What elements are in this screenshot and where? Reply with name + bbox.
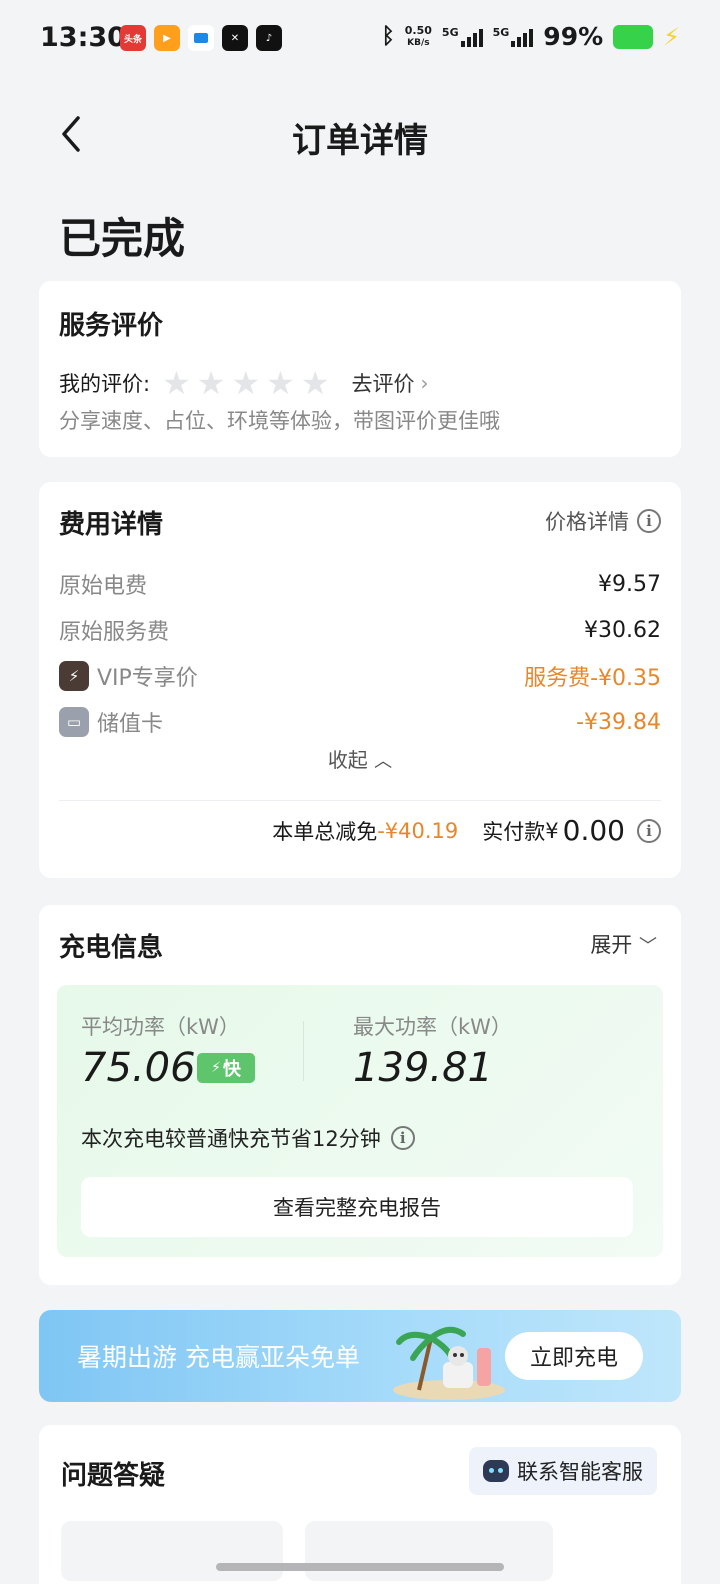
status-indicators: ᛒ 0.50 KB/s 5G 5G 99% ⚡	[382, 22, 680, 51]
rating-title: 服务评价	[59, 311, 164, 341]
battery-percent: 99%	[543, 22, 604, 51]
star-icon[interactable]: ★	[197, 367, 226, 399]
info-icon[interactable]: i	[390, 1126, 415, 1150]
fee-row: 原始电费 ¥9.57	[59, 571, 661, 600]
notification-icons: 头条 ▶ ✕ ♪	[120, 25, 282, 51]
total-discount: -¥40.19	[377, 818, 459, 843]
divider	[303, 1021, 304, 1081]
island-illustration	[393, 1326, 505, 1400]
video-app-icon: ▶	[154, 25, 180, 51]
status-bar: 13:30 头条 ▶ ✕ ♪ ᛒ 0.50 KB/s 5G 5G 99% ⚡	[0, 0, 720, 80]
stored-value-card-icon: ▭	[59, 707, 89, 737]
service-rating-card: 服务评价 我的评价: ★ ★ ★ ★ ★ 去评价 › 分享速度、占位、环境等体验…	[39, 281, 681, 457]
rating-stars[interactable]: ★ ★ ★ ★ ★	[162, 367, 329, 399]
page-title: 订单详情	[292, 121, 428, 161]
star-icon[interactable]: ★	[231, 367, 260, 399]
lightning-icon: ⚡	[211, 1060, 221, 1076]
robot-icon	[483, 1460, 509, 1482]
star-icon[interactable]: ★	[266, 367, 295, 399]
order-status: 已完成	[59, 214, 186, 263]
vip-icon: ⚡	[59, 661, 89, 691]
sim2-signal-icon: 5G	[493, 26, 534, 47]
contact-service-button[interactable]: 联系智能客服	[469, 1447, 657, 1495]
avg-power-value: 75.06	[81, 1045, 196, 1091]
chevron-right-icon: ›	[420, 371, 429, 395]
fee-details-card: 费用详情 价格详情 i 原始电费 ¥9.57 原始服务费 ¥30.62 ⚡ VI…	[39, 482, 681, 878]
expand-button[interactable]: 展开 ﹀	[590, 929, 657, 959]
chevron-down-icon: ﹀	[639, 936, 657, 957]
star-icon[interactable]: ★	[301, 367, 330, 399]
faq-question-chip[interactable]	[61, 1521, 283, 1581]
avg-power-label: 平均功率（kW）	[81, 1015, 240, 1039]
max-power-value: 139.81	[353, 1045, 493, 1091]
fee-title: 费用详情	[59, 510, 164, 540]
charge-now-button[interactable]: 立即充电	[505, 1332, 643, 1380]
power-summary: 平均功率（kW） 75.06 ⚡ 快 最大功率（kW） 139.81 本次充电较…	[57, 985, 663, 1257]
price-detail-link[interactable]: 价格详情 i	[545, 506, 661, 536]
max-power-label: 最大功率（kW）	[353, 1015, 512, 1039]
go-rate-link[interactable]: 去评价	[352, 368, 415, 398]
home-indicator[interactable]	[216, 1563, 504, 1571]
blue-app-icon	[188, 25, 214, 51]
faq-title: 问题答疑	[61, 1461, 166, 1491]
my-rating-row: 我的评价: ★ ★ ★ ★ ★ 去评价 ›	[59, 367, 429, 399]
my-rating-label: 我的评价:	[59, 372, 151, 396]
network-speed: 0.50 KB/s	[404, 23, 432, 48]
x-app-icon: ✕	[222, 25, 248, 51]
rating-hint: 分享速度、占位、环境等体验，带图评价更佳哦	[59, 409, 500, 433]
view-report-button[interactable]: 查看完整充电报告	[81, 1177, 633, 1237]
promo-banner[interactable]: 暑期出游 充电赢亚朵免单 立即充电	[39, 1310, 681, 1402]
fee-row: ▭ 储值卡 -¥39.84	[59, 706, 661, 738]
tiktok-app-icon: ♪	[256, 25, 282, 51]
info-icon: i	[637, 509, 661, 533]
sim1-signal-icon: 5G	[442, 26, 483, 47]
faq-card: 问题答疑 联系智能客服	[39, 1425, 681, 1584]
promo-text: 暑期出游 充电赢亚朵免单	[77, 1343, 360, 1372]
time-saving-text: 本次充电较普通快充节省12分钟 i	[81, 1123, 415, 1153]
fee-row: 原始服务费 ¥30.62	[59, 617, 661, 646]
divider	[59, 800, 661, 801]
bluetooth-icon: ᛒ	[381, 24, 395, 49]
toutiao-app-icon: 头条	[120, 25, 146, 51]
charging-title: 充电信息	[59, 933, 164, 963]
collapse-button[interactable]: 收起 ︿	[39, 744, 681, 773]
fee-row: ⚡ VIP专享价 服务费-¥0.35	[59, 660, 661, 692]
total-row: 本单总减免 -¥40.19 实付款 ¥ 0.00 i	[272, 814, 661, 847]
clock: 13:30	[40, 22, 126, 53]
battery-icon	[613, 24, 654, 49]
paid-amount: 0.00	[562, 814, 625, 847]
info-icon[interactable]: i	[637, 818, 661, 843]
charging-bolt-icon: ⚡	[663, 22, 680, 51]
fast-charge-badge: ⚡ 快	[197, 1053, 255, 1083]
star-icon[interactable]: ★	[162, 367, 191, 399]
faq-question-chip[interactable]	[305, 1521, 553, 1581]
chevron-up-icon: ︿	[374, 751, 393, 772]
charging-info-card: 充电信息 展开 ﹀ 平均功率（kW） 75.06 ⚡ 快 最大功率（kW） 13…	[39, 905, 681, 1285]
